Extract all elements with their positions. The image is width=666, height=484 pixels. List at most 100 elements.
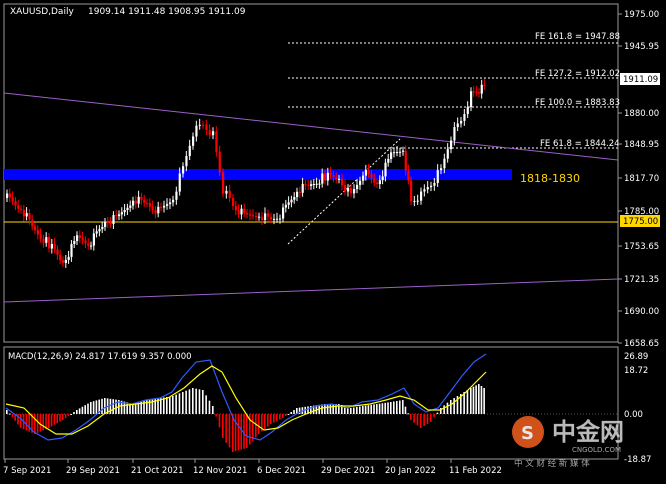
candle-body bbox=[402, 150, 405, 152]
candle-body bbox=[420, 191, 423, 201]
candle-body bbox=[284, 204, 287, 208]
price-tick-label: 1880.00 bbox=[624, 109, 659, 119]
macd-histogram-bar bbox=[410, 414, 412, 420]
candle-body bbox=[20, 208, 23, 210]
candle-body bbox=[185, 156, 188, 167]
candle-body bbox=[252, 215, 255, 217]
macd-histogram-bar bbox=[326, 404, 329, 414]
fib-label-127: FE 127.2 = 1912.02 bbox=[535, 69, 620, 79]
candle-body bbox=[115, 215, 118, 217]
macd-histogram-bar bbox=[59, 414, 61, 422]
candle-body bbox=[78, 235, 81, 238]
macd-histogram-bar bbox=[402, 400, 404, 414]
candle-body bbox=[376, 182, 379, 184]
macd-histogram-bar bbox=[483, 388, 485, 414]
price-tick-label: 1975.00 bbox=[624, 10, 659, 20]
macd-histogram-bar bbox=[282, 414, 284, 418]
candle-body bbox=[218, 151, 221, 173]
macd-histogram-bar bbox=[378, 403, 381, 414]
price-tick-label: 1690.00 bbox=[624, 307, 659, 317]
candle-body bbox=[198, 124, 201, 126]
candle-body bbox=[22, 209, 25, 217]
candle-body bbox=[475, 91, 478, 93]
macd-histogram-bar bbox=[463, 392, 465, 414]
macd-histogram-bar bbox=[246, 414, 248, 448]
candle-body bbox=[45, 237, 48, 243]
candle-body bbox=[17, 204, 20, 209]
candle-body bbox=[480, 84, 483, 94]
chart-ohlc-header: 1909.14 1911.48 1908.95 1911.09 bbox=[88, 7, 246, 17]
macd-histogram-bar bbox=[188, 389, 191, 414]
candle-body bbox=[307, 184, 310, 186]
macd-histogram-bar bbox=[81, 406, 84, 414]
candle-body bbox=[140, 196, 143, 200]
candle-body bbox=[225, 190, 228, 194]
price-chart[interactable]: XAUUSD,Daily 1909.14 1911.48 1908.95 191… bbox=[0, 0, 666, 480]
macd-histogram-bar bbox=[78, 408, 81, 414]
candle-body bbox=[28, 213, 31, 220]
macd-histogram-bar bbox=[126, 402, 128, 414]
fib-label-161: FE 161.8 = 1947.88 bbox=[535, 32, 620, 42]
candle-body bbox=[104, 222, 107, 227]
candle-body bbox=[373, 178, 376, 183]
candle-body bbox=[137, 196, 140, 204]
macd-histogram-bar bbox=[70, 414, 72, 415]
candle-body bbox=[255, 216, 258, 217]
watermark-domain: CNGOLD.COM bbox=[572, 446, 621, 454]
macd-histogram-bar bbox=[62, 414, 64, 420]
candle-body bbox=[273, 218, 276, 220]
candle-body bbox=[34, 226, 37, 231]
chart-symbol-header: XAUUSD,Daily bbox=[10, 7, 74, 17]
candle-body bbox=[440, 168, 443, 171]
macd-histogram-bar bbox=[185, 390, 187, 414]
candle-body bbox=[279, 218, 282, 220]
macd-histogram-bar bbox=[48, 414, 50, 428]
candle-body bbox=[92, 233, 95, 246]
date-tick-label: 12 Nov 2021 bbox=[193, 466, 247, 476]
candle-body bbox=[132, 200, 135, 206]
candle-body bbox=[460, 120, 463, 124]
candle-body bbox=[157, 206, 160, 214]
candle-body bbox=[182, 166, 185, 174]
candle-body bbox=[64, 259, 67, 263]
macd-histogram-bar bbox=[28, 414, 30, 432]
macd-histogram-bar bbox=[416, 414, 419, 426]
macd-histogram-bar bbox=[101, 398, 103, 414]
macd-histogram-bar bbox=[470, 388, 472, 414]
macd-histogram-bar bbox=[475, 385, 477, 414]
candle-body bbox=[470, 91, 473, 108]
candle-body bbox=[410, 180, 413, 202]
price-tick-label: 1945.95 bbox=[624, 42, 659, 52]
candle-body bbox=[443, 158, 446, 169]
macd-histogram-bar bbox=[53, 414, 56, 425]
candle-body bbox=[404, 150, 407, 171]
candle-body bbox=[240, 208, 243, 215]
macd-histogram-bar bbox=[390, 402, 392, 414]
candle-body bbox=[393, 152, 396, 154]
macd-histogram-bar bbox=[112, 399, 114, 414]
candle-body bbox=[70, 244, 73, 257]
macd-histogram-bar bbox=[243, 414, 245, 449]
candle-body bbox=[332, 175, 335, 178]
candle-body bbox=[212, 131, 215, 136]
candle-body bbox=[315, 183, 318, 185]
candle-body bbox=[237, 210, 240, 215]
support-zone-band bbox=[4, 169, 512, 180]
candle-body bbox=[347, 187, 350, 192]
macd-histogram-bar bbox=[20, 414, 22, 428]
macd-histogram-bar bbox=[270, 414, 272, 424]
macd-histogram-bar bbox=[396, 401, 398, 414]
candle-body bbox=[228, 190, 231, 198]
candle-body bbox=[301, 183, 304, 193]
candle-body bbox=[287, 202, 290, 205]
macd-histogram-bar bbox=[39, 414, 42, 432]
current-price-label: 1911.09 bbox=[623, 75, 658, 85]
candle-body bbox=[466, 107, 469, 115]
watermark-sub: 中 文 财 经 新 媒 体 bbox=[514, 458, 590, 469]
macd-histogram-bar bbox=[228, 414, 231, 448]
date-tick-label: 20 Jan 2022 bbox=[385, 466, 436, 476]
candle-body bbox=[258, 216, 261, 218]
macd-histogram-bar bbox=[370, 404, 372, 414]
candle-body bbox=[367, 169, 370, 175]
macd-histogram-bar bbox=[362, 406, 364, 414]
